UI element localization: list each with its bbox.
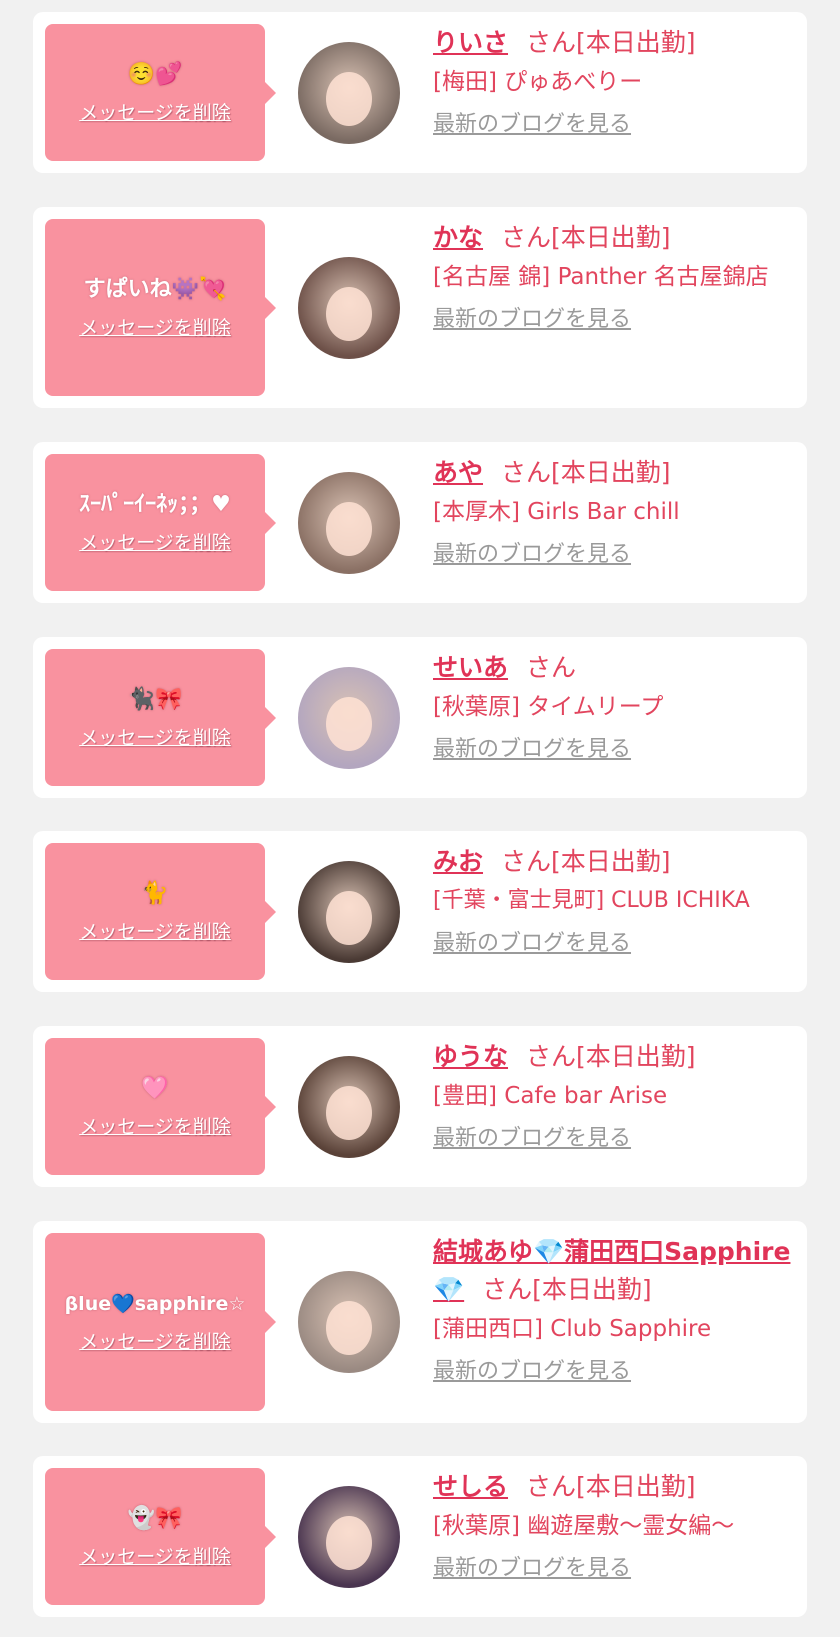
shop-text: [秋葉原] タイムリープ bbox=[433, 694, 664, 720]
message-text: 🩷 bbox=[141, 1075, 169, 1101]
status-text: さん[本日出勤] bbox=[501, 223, 671, 252]
avatar[interactable] bbox=[298, 1271, 400, 1373]
avatar[interactable] bbox=[298, 1056, 400, 1158]
name-line: かな さん[本日出勤] bbox=[433, 219, 793, 257]
delete-message-link[interactable]: メッセージを削除 bbox=[79, 919, 231, 945]
name-line: せいあ さん bbox=[433, 649, 793, 687]
avatar-face bbox=[326, 697, 372, 751]
message-bubble: ☺️💕 メッセージを削除 bbox=[45, 24, 276, 161]
favorite-card: βlue💙sapphire☆ メッセージを削除 結城あゆ💎蒲田西口Sapphir… bbox=[33, 1221, 807, 1423]
cast-name-link[interactable]: あや bbox=[433, 458, 483, 487]
cast-name-link[interactable]: せしる bbox=[433, 1472, 508, 1501]
status-text: さん[本日出勤] bbox=[482, 1275, 652, 1304]
message-bubble: すぱいね👾💘 メッセージを削除 bbox=[45, 219, 276, 396]
latest-blog-link[interactable]: 最新のブログを見る bbox=[433, 929, 631, 959]
avatar[interactable] bbox=[298, 472, 400, 574]
favorite-card: ☺️💕 メッセージを削除 りいさ さん[本日出勤] [梅田] ぴゅあべりー 最新の… bbox=[33, 12, 807, 173]
name-line: ゆうな さん[本日出勤] bbox=[433, 1038, 793, 1076]
shop-text: [千葉・富士見町] CLUB ICHIKA bbox=[433, 888, 750, 913]
message-bubble: 🩷 メッセージを削除 bbox=[45, 1038, 276, 1175]
shop-text: [豊田] Cafe bar Arise bbox=[433, 1083, 668, 1109]
cast-name-link[interactable]: みお bbox=[433, 847, 483, 876]
avatar-face bbox=[326, 1086, 372, 1140]
shop-text: [名古屋 錦] Panther 名古屋錦店 bbox=[433, 264, 769, 290]
delete-message-link[interactable]: メッセージを削除 bbox=[79, 1329, 231, 1355]
avatar-face bbox=[326, 1301, 372, 1355]
status-text: さん[本日出勤] bbox=[501, 458, 671, 487]
cast-name-link[interactable]: かな bbox=[433, 223, 483, 252]
latest-blog-link[interactable]: 最新のブログを見る bbox=[433, 110, 631, 140]
avatar-face bbox=[326, 891, 372, 945]
latest-blog-link[interactable]: 最新のブログを見る bbox=[433, 1124, 631, 1154]
cast-info: せいあ さん [秋葉原] タイムリープ 最新のブログを見る bbox=[433, 649, 793, 765]
avatar[interactable] bbox=[298, 42, 400, 144]
delete-message-link[interactable]: メッセージを削除 bbox=[79, 1114, 231, 1140]
delete-message-link[interactable]: メッセージを削除 bbox=[79, 100, 231, 126]
message-text: ｽｰﾊﾟｰｲｰﾈｯ；；♥ bbox=[79, 491, 231, 517]
latest-blog-link[interactable]: 最新のブログを見る bbox=[433, 305, 631, 335]
status-text: さん[本日出勤] bbox=[501, 847, 671, 876]
delete-message-link[interactable]: メッセージを削除 bbox=[79, 530, 231, 556]
name-line: せしる さん[本日出勤] bbox=[433, 1468, 793, 1506]
avatar-face bbox=[326, 1516, 372, 1570]
message-text: βlue💙sapphire☆ bbox=[64, 1293, 246, 1315]
favorite-card: 🐈‍⬛🎀 メッセージを削除 せいあ さん [秋葉原] タイムリープ 最新のブログを… bbox=[33, 637, 807, 798]
avatar-face bbox=[326, 72, 372, 126]
status-text: さん[本日出勤] bbox=[526, 1042, 696, 1071]
status-text: さん[本日出勤] bbox=[526, 1472, 696, 1501]
name-line: あや さん[本日出勤] bbox=[433, 454, 793, 492]
message-text: 🐈‍⬛🎀 bbox=[127, 686, 183, 712]
favorite-card: すぱいね👾💘 メッセージを削除 かな さん[本日出勤] [名古屋 錦] Panth… bbox=[33, 207, 807, 408]
latest-blog-link[interactable]: 最新のブログを見る bbox=[433, 1357, 631, 1387]
shop-text: [蒲田西口] Club Sapphire bbox=[433, 1316, 712, 1342]
message-text: ☺️💕 bbox=[127, 61, 183, 87]
cast-info: ゆうな さん[本日出勤] [豊田] Cafe bar Arise 最新のブログを見… bbox=[433, 1038, 793, 1154]
status-text: さん bbox=[526, 653, 577, 682]
favorite-card: 🩷 メッセージを削除 ゆうな さん[本日出勤] [豊田] Cafe bar Ari… bbox=[33, 1026, 807, 1187]
cast-info: せしる さん[本日出勤] [秋葉原] 幽遊屋敷〜霊女編〜 最新のブログを見る bbox=[433, 1468, 793, 1584]
message-bubble: 👻🎀 メッセージを削除 bbox=[45, 1468, 276, 1605]
name-line: 結城あゆ💎蒲田西口Sapphire💎 さん[本日出勤] bbox=[433, 1233, 793, 1309]
status-text: さん[本日出勤] bbox=[526, 28, 696, 57]
avatar[interactable] bbox=[298, 1486, 400, 1588]
cast-name-link[interactable]: ゆうな bbox=[433, 1042, 508, 1071]
avatar[interactable] bbox=[298, 667, 400, 769]
cast-info: みお さん[本日出勤] [千葉・富士見町] CLUB ICHIKA 最新のブログを… bbox=[433, 843, 805, 959]
cast-info: かな さん[本日出勤] [名古屋 錦] Panther 名古屋錦店 最新のブログを… bbox=[433, 219, 793, 335]
message-bubble: 🐈 メッセージを削除 bbox=[45, 843, 276, 980]
name-line: りいさ さん[本日出勤] bbox=[433, 24, 793, 62]
avatar-face bbox=[326, 502, 372, 556]
message-bubble: βlue💙sapphire☆ メッセージを削除 bbox=[45, 1233, 276, 1411]
delete-message-link[interactable]: メッセージを削除 bbox=[79, 1544, 231, 1570]
avatar-face bbox=[326, 287, 372, 341]
latest-blog-link[interactable]: 最新のブログを見る bbox=[433, 735, 631, 765]
latest-blog-link[interactable]: 最新のブログを見る bbox=[433, 540, 631, 570]
shop-text: [本厚木] Girls Bar chill bbox=[433, 499, 680, 525]
favorite-card: 👻🎀 メッセージを削除 せしる さん[本日出勤] [秋葉原] 幽遊屋敷〜霊女編〜 … bbox=[33, 1456, 807, 1617]
message-text: 🐈 bbox=[141, 880, 169, 906]
message-bubble: ｽｰﾊﾟｰｲｰﾈｯ；；♥ メッセージを削除 bbox=[45, 454, 276, 591]
cast-info: あや さん[本日出勤] [本厚木] Girls Bar chill 最新のブログを… bbox=[433, 454, 793, 570]
latest-blog-link[interactable]: 最新のブログを見る bbox=[433, 1554, 631, 1584]
shop-text: [秋葉原] 幽遊屋敷〜霊女編〜 bbox=[433, 1513, 735, 1539]
cast-info: りいさ さん[本日出勤] [梅田] ぴゅあべりー 最新のブログを見る bbox=[433, 24, 793, 140]
delete-message-link[interactable]: メッセージを削除 bbox=[79, 315, 231, 341]
shop-text: [梅田] ぴゅあべりー bbox=[433, 69, 643, 95]
name-line: みお さん[本日出勤] bbox=[433, 843, 805, 881]
favorite-list: ☺️💕 メッセージを削除 りいさ さん[本日出勤] [梅田] ぴゅあべりー 最新の… bbox=[0, 0, 840, 1637]
favorite-card: ｽｰﾊﾟｰｲｰﾈｯ；；♥ メッセージを削除 あや さん[本日出勤] [本厚木] G… bbox=[33, 442, 807, 603]
message-text: すぱいね👾💘 bbox=[83, 276, 227, 302]
delete-message-link[interactable]: メッセージを削除 bbox=[79, 725, 231, 751]
avatar[interactable] bbox=[298, 861, 400, 963]
favorite-card: 🐈 メッセージを削除 みお さん[本日出勤] [千葉・富士見町] CLUB ICH… bbox=[33, 831, 807, 992]
message-text: 👻🎀 bbox=[127, 1505, 183, 1531]
avatar[interactable] bbox=[298, 257, 400, 359]
message-bubble: 🐈‍⬛🎀 メッセージを削除 bbox=[45, 649, 276, 786]
cast-name-link[interactable]: せいあ bbox=[433, 653, 508, 682]
cast-info: 結城あゆ💎蒲田西口Sapphire💎 さん[本日出勤] [蒲田西口] Club S… bbox=[433, 1233, 793, 1387]
cast-name-link[interactable]: りいさ bbox=[433, 28, 508, 57]
